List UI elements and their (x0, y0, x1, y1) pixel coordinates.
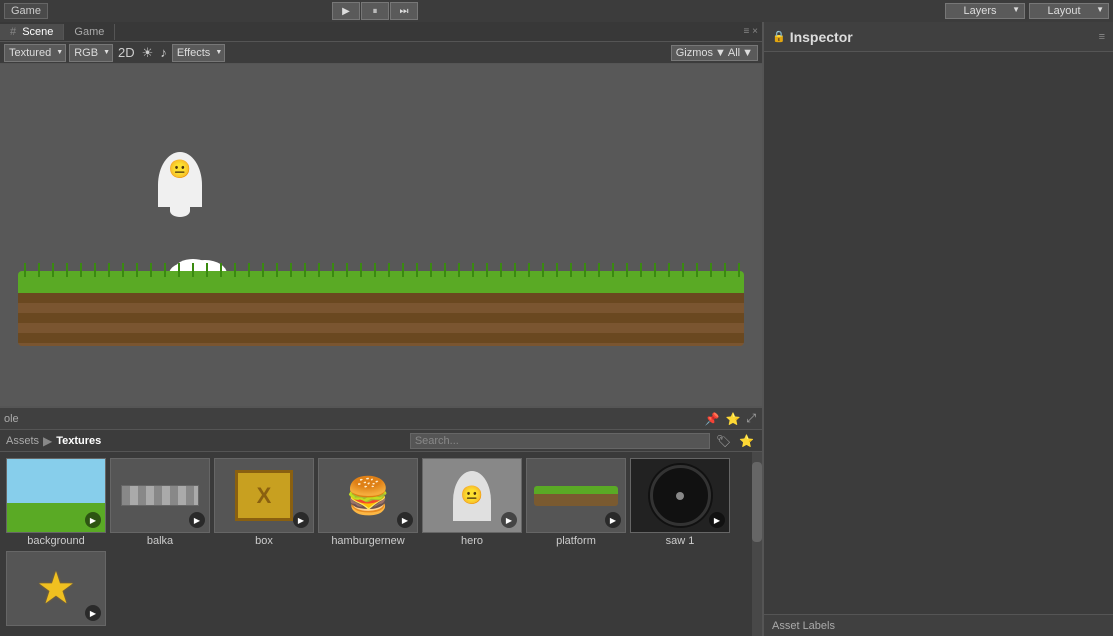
dirt (18, 293, 744, 346)
asset-thumb-hero: 😐 ▶ (422, 458, 522, 533)
play-background-btn[interactable]: ▶ (85, 512, 101, 528)
ghost-body: 😐 (158, 152, 202, 207)
scrollbar-track[interactable] (752, 452, 762, 636)
gizmos-all-button[interactable]: Gizmos ▼ All ▼ (671, 45, 758, 61)
balka-preview (121, 485, 199, 507)
asset-label: saw 1 (666, 535, 695, 547)
play-saw-btn[interactable]: ▶ (709, 512, 725, 528)
asset-thumb-background: ▶ (6, 458, 106, 533)
star-icon-btn[interactable]: ⭐ (723, 411, 742, 426)
layout-dropdown[interactable]: Layout (1029, 3, 1109, 19)
saw-preview (648, 463, 713, 528)
play-platform-btn[interactable]: ▶ (605, 512, 621, 528)
assets-bar: Assets ▶ Textures 🏷 ⭐ (0, 430, 762, 452)
asset-label: balka (147, 535, 173, 547)
list-item[interactable]: ▶ balka (110, 458, 210, 547)
assets-breadcrumb-root: Assets (6, 435, 39, 447)
play-button[interactable]: ▶ (332, 2, 360, 20)
inspector-header: 🔒 Inspector ≡ (764, 22, 1113, 52)
pause-button[interactable]: ⏸ (361, 2, 389, 20)
main-layout: # Scene Game ≡ × Textured RGB 2D ☀ ♪ Eff… (0, 22, 1113, 636)
platform-preview (534, 486, 617, 506)
scene-icon: # (10, 26, 16, 38)
next-button[interactable]: ⏭ (390, 2, 418, 20)
transport-controls: ▶ ⏸ ⏭ (332, 2, 418, 20)
bottom-toolbar: ole 📌 ⭐ ⤢ (0, 408, 762, 430)
asset-thumb-balka: ▶ (110, 458, 210, 533)
grass-top (18, 271, 744, 293)
list-item[interactable]: ▶ platform (526, 458, 626, 547)
tab-game[interactable]: Game (64, 24, 115, 40)
asset-label: box (255, 535, 273, 547)
textured-dropdown[interactable]: Textured (4, 44, 66, 62)
list-item[interactable]: 😐 ▶ hero (422, 458, 522, 547)
asset-grid-container: ▶ background ▶ balka (0, 452, 762, 636)
layers-layout-controls: Layers Layout (945, 3, 1109, 19)
asset-thumb-star: ★ ▶ (6, 551, 106, 626)
audio-icon-btn[interactable]: ♪ (158, 44, 169, 62)
ghost-character: 😐 (155, 152, 205, 222)
list-item[interactable]: ▶ background (6, 458, 106, 547)
top-bar: Game ▶ ⏸ ⏭ Layers Layout (0, 0, 1113, 22)
bottom-icons: 📌 ⭐ ⤢ (702, 411, 758, 426)
star-preview: ★ (36, 563, 75, 614)
inspector-options-icon: ≡ (1099, 31, 1105, 43)
play-hero-btn[interactable]: ▶ (501, 512, 517, 528)
play-star-btn[interactable]: ▶ (85, 605, 101, 621)
assets-star-btn[interactable]: ⭐ (737, 434, 756, 448)
play-burger-btn[interactable]: ▶ (397, 512, 413, 528)
assets-filter-btn[interactable]: 🏷 (714, 434, 733, 448)
sun-icon-btn[interactable]: ☀ (140, 44, 156, 62)
inspector-lock-icon: 🔒 (772, 30, 786, 43)
ground-platform (18, 271, 744, 346)
viewport: 😐 (0, 64, 762, 406)
box-preview (235, 470, 294, 521)
scrollbar-thumb[interactable] (752, 462, 762, 542)
inspector-body (764, 52, 1113, 614)
play-balka-btn[interactable]: ▶ (189, 512, 205, 528)
asset-thumb-saw: ▶ (630, 458, 730, 533)
asset-thumb-platform: ▶ (526, 458, 626, 533)
tab-scene[interactable]: # Scene (0, 24, 64, 40)
assets-breadcrumb-path: Textures (56, 435, 101, 447)
hero-face: 😐 (453, 471, 491, 521)
ghost-face: 😐 (169, 160, 191, 178)
asset-thumb-burger: 🍔 ▶ (318, 458, 418, 533)
asset-label: background (27, 535, 85, 547)
asset-label: platform (556, 535, 596, 547)
tab-options: ≡ × (744, 26, 762, 37)
scene-game-tabs: # Scene Game ≡ × (0, 22, 762, 42)
burger-preview: 🍔 (346, 475, 391, 517)
asset-labels-bar: Asset Labels (764, 614, 1113, 636)
rgb-dropdown[interactable]: RGB (69, 44, 113, 62)
list-item[interactable]: ★ ▶ (6, 551, 106, 628)
play-box-btn[interactable]: ▶ (293, 512, 309, 528)
asset-label: hamburgernew (331, 535, 404, 547)
effects-dropdown[interactable]: Effects (172, 44, 225, 62)
grass-blades (18, 263, 744, 277)
asset-label: hero (461, 535, 483, 547)
scene-toolbar: Textured RGB 2D ☀ ♪ Effects Gizmos ▼ All… (0, 42, 762, 64)
list-item[interactable]: ▶ box (214, 458, 314, 547)
pin-icon-btn[interactable]: 📌 (702, 411, 721, 426)
saw-center (676, 492, 684, 500)
asset-thumb-box: ▶ (214, 458, 314, 533)
game-title-button[interactable]: Game (4, 3, 48, 19)
console-label: ole (4, 413, 19, 425)
scene-area: # Scene Game ≡ × Textured RGB 2D ☀ ♪ Eff… (0, 22, 762, 636)
asset-labels-text: Asset Labels (772, 620, 835, 632)
bottom-panel: ole 📌 ⭐ ⤢ Assets ▶ Textures 🏷 ⭐ (0, 406, 762, 636)
list-item[interactable]: ▶ saw 1 (630, 458, 730, 547)
layers-dropdown[interactable]: Layers (945, 3, 1025, 19)
inspector-title: Inspector (790, 29, 853, 45)
asset-grid: ▶ background ▶ balka (0, 452, 762, 634)
assets-search-input[interactable] (410, 433, 710, 449)
list-item[interactable]: 🍔 ▶ hamburgernew (318, 458, 418, 547)
maximize-icon-btn[interactable]: ⤢ (744, 411, 758, 426)
inspector-panel: 🔒 Inspector ≡ Asset Labels (762, 22, 1113, 636)
2d-button[interactable]: 2D (116, 44, 137, 62)
